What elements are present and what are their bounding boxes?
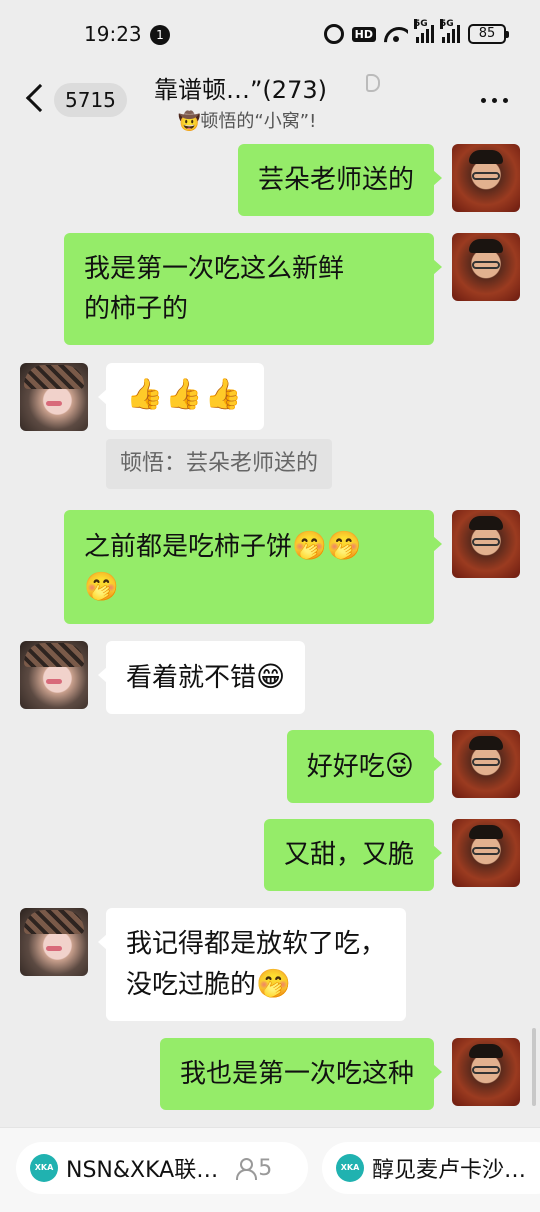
person-icon [234, 1157, 258, 1180]
message-text: 之前都是吃柿子饼 [84, 532, 293, 562]
chat-title[interactable]: 靠谱顿…”(273) [154, 70, 327, 105]
message-line: 之前都是吃柿子饼🤭🤭 [84, 526, 414, 567]
sender-avatar[interactable] [20, 641, 88, 709]
xka-logo-icon: XKA [30, 1154, 58, 1182]
chat-header: 5715 靠谱顿…”(273) 🤠顿悟的“小窝”! [0, 66, 540, 138]
message-bubble[interactable]: 我也是第一次吃这种 [159, 1038, 443, 1110]
message-text: 的柿子的 [84, 294, 189, 324]
notification-badge: 1 [150, 25, 170, 45]
message-text: 我是第一次吃这么新鲜 [84, 254, 345, 284]
shortcut-chip-label: 醇见麦卢卡沙… [372, 1158, 527, 1183]
member-count-value: 5 [258, 1155, 273, 1181]
message-text: 看着就不错 [126, 663, 257, 693]
message-line: 🤭 [84, 567, 414, 608]
grinning-face-icon: 😁 [256, 660, 286, 693]
more-options-icon[interactable] [481, 98, 508, 103]
my-avatar[interactable] [452, 233, 520, 301]
clock: 19:23 [84, 22, 142, 46]
status-bar: 19:23 1 HD 5G 5G 85 [0, 0, 540, 66]
my-avatar[interactable] [452, 819, 520, 887]
alarm-icon [323, 24, 344, 44]
my-avatar[interactable] [452, 730, 520, 798]
unread-count-badge[interactable]: 5715 [54, 83, 127, 117]
face-with-hand-over-mouth-icon: 🤭 [84, 570, 119, 603]
winking-tongue-face-icon: 😜 [384, 749, 414, 782]
status-icons: HD 5G 5G 85 [323, 19, 509, 46]
mute-icon [366, 74, 380, 92]
message-bubble[interactable]: 好好吃😜 [286, 730, 443, 803]
battery-icon: 85 [468, 24, 509, 44]
message-bubble[interactable]: 之前都是吃柿子饼🤭🤭 🤭 [64, 510, 442, 624]
chat-subtitle[interactable]: 🤠顿悟的“小窝”! [178, 107, 316, 133]
wifi-icon [384, 25, 408, 43]
message-text: 我也是第一次吃这种 [179, 1059, 414, 1089]
message-text: 芸朵老师送的 [257, 165, 414, 195]
cellular-signal-icon: 5G [414, 19, 434, 43]
message-bubble[interactable]: 又甜，又脆 [263, 819, 443, 891]
message-bubble[interactable]: 看着就不错😁 [97, 641, 306, 714]
cowboy-emoji-icon: 🤠 [178, 111, 201, 132]
chat-subtitle-text: 顿悟的“小窝”! [200, 111, 317, 132]
hd-voice-icon: HD [351, 26, 376, 42]
message-line: 没吃过脆的🤭 [126, 964, 386, 1005]
message-text: 我记得都是放软了吃， [126, 929, 387, 959]
xka-logo-icon: XKA [336, 1154, 364, 1182]
sender-avatar[interactable] [20, 908, 88, 976]
quoted-reply[interactable]: 顿悟：芸朵老师送的 [106, 439, 333, 489]
shortcut-chip-label: NSN&XKA联… [66, 1158, 219, 1183]
my-avatar[interactable] [452, 144, 520, 212]
my-avatar[interactable] [452, 510, 520, 578]
message-bubble[interactable]: 我是第一次吃这么新鲜 的柿子的 [64, 233, 442, 345]
scrollbar[interactable] [532, 1028, 536, 1106]
message-text: 没吃过脆的 [126, 970, 257, 1000]
shortcut-chip-manuka[interactable]: XKA 醇见麦卢卡沙… [322, 1142, 540, 1194]
sender-avatar[interactable] [20, 363, 88, 431]
message-bubble[interactable]: 我记得都是放软了吃， 没吃过脆的🤭 [97, 908, 407, 1021]
message-bubble[interactable]: 👍👍👍 [97, 363, 265, 430]
bottom-shortcut-bar: XKA NSN&XKA联… 5 XKA 醇见麦卢卡沙… [0, 1127, 540, 1212]
thumbs-up-icon: 👍👍👍 [126, 377, 245, 412]
shortcut-chip-nsn-xka[interactable]: XKA NSN&XKA联… 5 [16, 1142, 308, 1194]
message-bubble[interactable]: 芸朵老师送的 [237, 144, 443, 216]
message-text: 好好吃 [306, 752, 385, 782]
face-with-hand-over-mouth-icon: 🤭🤭 [292, 529, 362, 562]
face-with-hand-over-mouth-icon: 🤭 [256, 967, 291, 1000]
my-avatar[interactable] [452, 1038, 520, 1106]
message-list[interactable]: 芸朵老师送的 我是第一次吃这么新鲜 的柿子的 👍👍👍 顿悟：芸朵老师送的 之前都… [0, 138, 540, 1125]
member-count: 5 [234, 1156, 272, 1181]
cellular-signal-icon-2: 5G [440, 19, 460, 43]
back-arrow-icon[interactable] [25, 83, 55, 113]
message-text: 又甜，又脆 [283, 840, 414, 870]
